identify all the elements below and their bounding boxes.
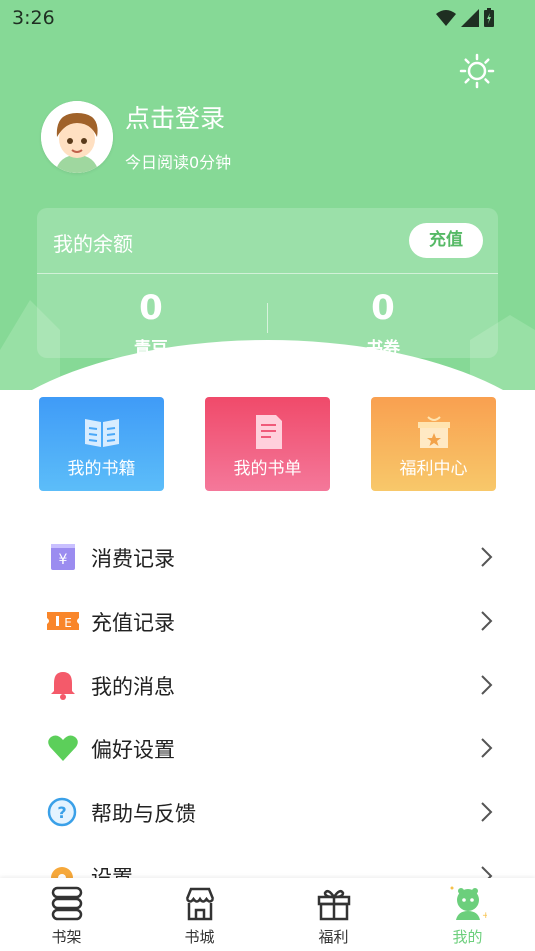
nav-label-bookstore: 书城: [184, 928, 215, 946]
welfare-center-tile[interactable]: 福利中心: [371, 397, 496, 491]
my-booklist-label: 我的书单: [233, 459, 302, 479]
my-booklist-tile[interactable]: 我的书单: [205, 397, 330, 491]
card-divider: [37, 273, 498, 274]
stat-separator: [267, 303, 268, 333]
bookshelf-icon: [51, 886, 83, 921]
chevron-right-icon: [481, 738, 493, 758]
coupons-label: 书券: [366, 339, 400, 359]
gift-box-icon: [418, 416, 450, 448]
coupons-value: 0: [371, 288, 395, 328]
my-books-label: 我的书籍: [67, 459, 136, 479]
nav-bookshelf[interactable]: 书架: [0, 878, 133, 951]
profile-icon: +: [450, 886, 487, 921]
svg-text:¥: ¥: [59, 552, 68, 568]
svg-text:?: ?: [57, 803, 66, 822]
booklist-icon: [256, 415, 282, 449]
battery-icon: [484, 8, 494, 27]
status-bar: 3:26: [0, 0, 535, 36]
avatar[interactable]: [41, 101, 113, 173]
menu-item-consumption[interactable]: ¥ 消费记录: [0, 527, 535, 587]
menu-label-help: 帮助与反馈: [91, 802, 196, 826]
my-books-tile[interactable]: 我的书籍: [39, 397, 164, 491]
profile-header: 3:26 点击登录 今日阅读0分钟 我的余额 充值 0 青豆 0 书券: [0, 0, 535, 390]
menu-item-preferences[interactable]: 偏好设置: [0, 718, 535, 778]
welfare-center-label: 福利中心: [399, 459, 468, 479]
ticket-icon: E: [47, 612, 79, 630]
bookstore-icon: [185, 887, 215, 921]
recharge-button[interactable]: 充值: [409, 223, 483, 258]
beans-stat[interactable]: 0 青豆: [71, 288, 231, 359]
wifi-icon: [436, 10, 456, 26]
heart-icon: [48, 735, 78, 761]
bottom-nav: 书架 书城 福利 + 我的: [0, 878, 535, 951]
chevron-right-icon: [481, 802, 493, 822]
menu-item-messages[interactable]: 我的消息: [0, 655, 535, 715]
chevron-right-icon: [481, 675, 493, 695]
coupons-stat[interactable]: 0 书券: [303, 288, 463, 359]
balance-card: 我的余额 充值 0 青豆 0 书券: [37, 208, 498, 359]
svg-text:+: +: [482, 911, 487, 921]
nav-label-profile: 我的: [452, 928, 483, 946]
status-time: 3:26: [12, 7, 55, 29]
theme-sun-icon[interactable]: [459, 53, 495, 89]
help-icon: ?: [47, 797, 77, 827]
nav-profile[interactable]: + 我的: [401, 878, 534, 951]
nav-label-bookshelf: 书架: [51, 928, 82, 946]
balance-title: 我的余额: [53, 232, 133, 256]
status-icons: [435, 8, 495, 28]
nav-welfare[interactable]: 福利: [267, 878, 400, 951]
avatar-boy-icon: [41, 101, 113, 173]
chevron-right-icon: [481, 611, 493, 631]
menu-item-help[interactable]: ? 帮助与反馈: [0, 782, 535, 842]
signal-icon: [461, 9, 479, 27]
menu-label-messages: 我的消息: [91, 675, 175, 699]
reading-time: 今日阅读0分钟: [125, 153, 232, 172]
svg-text:E: E: [64, 616, 72, 630]
nav-label-welfare: 福利: [318, 928, 349, 946]
beans-label: 青豆: [134, 339, 168, 359]
chevron-right-icon: [481, 547, 493, 567]
book-icon: [85, 419, 119, 447]
nav-bookstore[interactable]: 书城: [133, 878, 266, 951]
menu-item-recharge-history[interactable]: E 充值记录: [0, 591, 535, 651]
wallet-icon: ¥: [51, 544, 75, 570]
menu-label-consumption: 消费记录: [91, 547, 175, 571]
bell-icon: [51, 672, 75, 700]
login-link[interactable]: 点击登录: [125, 99, 225, 135]
gift-icon: [317, 889, 351, 921]
menu-label-recharge-history: 充值记录: [91, 611, 175, 635]
beans-value: 0: [139, 288, 163, 328]
menu-label-preferences: 偏好设置: [91, 738, 175, 762]
